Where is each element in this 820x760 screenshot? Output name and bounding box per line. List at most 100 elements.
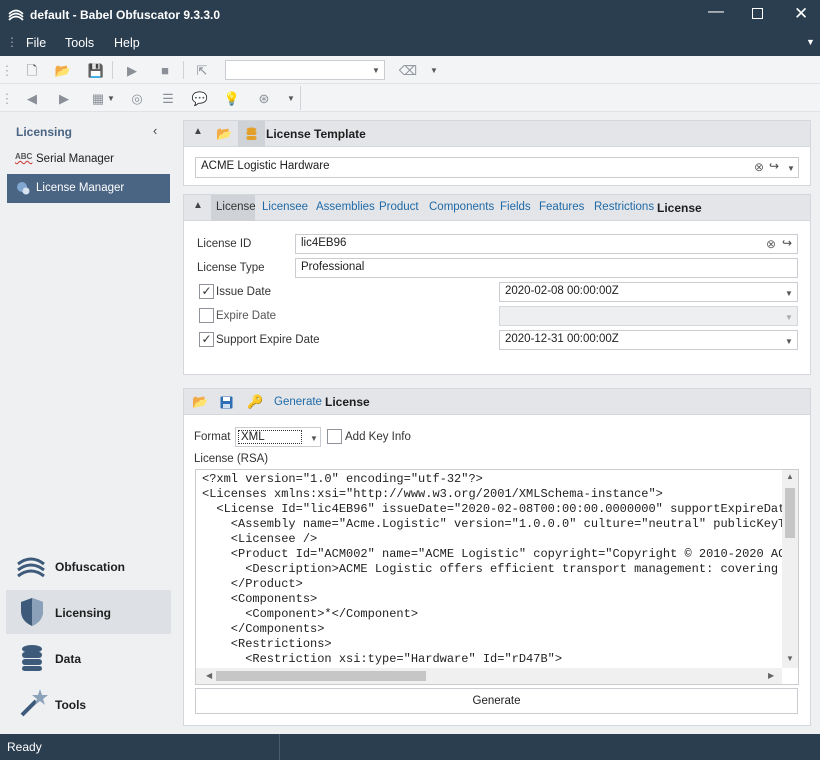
target-icon[interactable]: ◎ — [127, 88, 147, 108]
collapse-up-icon[interactable]: ▲ — [193, 126, 203, 137]
expire-date-picker[interactable] — [499, 306, 798, 326]
template-db-button[interactable] — [238, 121, 265, 147]
support-expire-checkbox[interactable]: ✓ — [199, 332, 214, 347]
issue-date-checkbox[interactable]: ✓ — [199, 284, 214, 299]
chevron-down-icon[interactable]: ▼ — [785, 337, 793, 346]
horizontal-scrollbar[interactable]: ◀ ▶ — [196, 668, 782, 684]
generate-link[interactable]: Generate — [274, 396, 322, 408]
project-combo[interactable] — [225, 60, 385, 80]
stop-icon[interactable]: ■ — [155, 60, 175, 80]
run-icon[interactable]: ▶ — [122, 60, 142, 80]
tab-product[interactable]: Product — [379, 201, 419, 213]
lightbulb-icon[interactable]: 💡 — [222, 88, 242, 108]
tab-features[interactable]: Features — [539, 201, 584, 213]
nav-label: Licensing — [55, 606, 112, 620]
license-rsa-label: License (RSA) — [194, 453, 269, 465]
sidebar-item-license-manager[interactable]: License Manager — [7, 174, 170, 203]
sidebar-section-title: Licensing — [16, 125, 73, 139]
issue-date-picker[interactable]: 2020-02-08 00:00:00Z — [499, 282, 798, 302]
chevron-down-icon[interactable]: ▼ — [310, 434, 318, 443]
template-value: ACME Logistic Hardware — [201, 160, 330, 172]
menu-overflow-icon[interactable]: ▼ — [806, 37, 815, 47]
help-ring-icon[interactable]: ⊛ — [254, 88, 274, 108]
menu-bar: ⋮ File Tools Help ▼ — [0, 30, 820, 56]
chevron-down-icon[interactable]: ▼ — [430, 66, 438, 75]
close-button[interactable]: ✕ — [794, 4, 808, 24]
xml-line: <Component>*</Component> — [202, 607, 419, 621]
tab-license[interactable]: License — [216, 201, 256, 213]
tab-licensee[interactable]: Licensee — [262, 201, 308, 213]
key-icon[interactable]: 🔑 — [247, 394, 263, 410]
minimize-button[interactable]: — — [708, 3, 724, 21]
format-value: XML — [238, 430, 302, 444]
forward-icon[interactable]: ▶ — [54, 88, 74, 108]
sidebar-item-label: License Manager — [36, 182, 125, 194]
save-icon[interactable] — [220, 396, 233, 409]
sidebar-item-serial-manager[interactable]: ABC Serial Manager — [6, 147, 171, 171]
open-folder-icon[interactable]: 📂 — [53, 60, 73, 80]
generate-button[interactable]: Generate — [195, 688, 798, 714]
export-icon[interactable]: ⇱ — [192, 60, 212, 80]
comment-icon[interactable]: 💬 — [190, 88, 210, 108]
scroll-thumb[interactable] — [216, 671, 426, 681]
save-icon[interactable]: 💾 — [86, 60, 106, 80]
maximize-button[interactable] — [752, 8, 763, 19]
chevron-down-icon[interactable]: ▼ — [107, 94, 115, 103]
format-select[interactable]: XML — [235, 427, 321, 447]
tab-fields[interactable]: Fields — [500, 201, 531, 213]
scroll-up-icon[interactable]: ▲ — [786, 472, 794, 481]
xml-line: <?xml version="1.0" encoding="utf-32"?> — [202, 472, 483, 486]
scroll-down-icon[interactable]: ▼ — [786, 654, 794, 663]
open-folder-icon[interactable]: 📂 — [192, 394, 208, 410]
menu-help[interactable]: Help — [114, 36, 140, 50]
chevron-down-icon[interactable]: ▼ — [287, 94, 295, 103]
collapse-up-icon[interactable]: ▲ — [193, 200, 203, 211]
license-type-value: Professional — [301, 261, 365, 273]
collapse-icon[interactable]: ‹ — [153, 123, 157, 138]
license-id-label: License ID — [197, 238, 252, 250]
add-key-info-checkbox[interactable] — [327, 429, 342, 444]
license-xml-editor[interactable]: <?xml version="1.0" encoding="utf-32"?> <… — [195, 469, 799, 685]
chevron-down-icon[interactable]: ▼ — [785, 313, 793, 322]
panel-title: License — [325, 395, 370, 409]
license-id-input[interactable]: lic4EB96 — [295, 234, 798, 254]
chevron-down-icon[interactable]: ▼ — [372, 66, 380, 75]
clear-icon[interactable]: ⊗ — [754, 160, 764, 174]
babel-logo-icon — [8, 9, 24, 21]
vertical-scrollbar[interactable]: ▲ ▼ — [782, 470, 798, 668]
nav-tools[interactable]: Tools — [6, 682, 171, 726]
grip-icon: ⋮ — [6, 35, 18, 49]
expire-date-checkbox[interactable] — [199, 308, 214, 323]
license-type-input[interactable]: Professional — [295, 258, 798, 278]
nav-data[interactable]: Data — [6, 636, 171, 680]
nav-obfuscation[interactable]: Obfuscation — [6, 544, 171, 588]
back-icon[interactable]: ◀ — [22, 88, 42, 108]
nav-licensing[interactable]: Licensing — [6, 590, 171, 634]
clear-icon[interactable]: ⌫ — [398, 60, 418, 80]
support-expire-picker[interactable]: 2020-12-31 00:00:00Z — [499, 330, 798, 350]
tab-restrictions[interactable]: Restrictions — [594, 201, 654, 213]
sidebar: Licensing ‹ ABC Serial Manager License M… — [0, 112, 177, 734]
license-manager-icon — [17, 182, 30, 195]
redo-icon[interactable]: ↪ — [769, 159, 779, 173]
panel-header: ▲ License Licensee Assemblies Product Co… — [184, 195, 810, 221]
redo-icon[interactable]: ↪ — [782, 236, 792, 250]
open-folder-icon[interactable]: 📂 — [216, 126, 232, 142]
clear-icon[interactable]: ⊗ — [766, 237, 776, 251]
database-icon — [246, 127, 257, 140]
grid-icon[interactable]: ▦ — [88, 88, 108, 108]
obfuscation-icon — [17, 557, 45, 578]
menu-file[interactable]: File — [26, 36, 46, 50]
chevron-down-icon[interactable]: ▼ — [785, 289, 793, 298]
scroll-right-icon[interactable]: ▶ — [768, 671, 774, 680]
menu-tools[interactable]: Tools — [65, 36, 94, 50]
chevron-down-icon[interactable]: ▼ — [787, 164, 795, 173]
new-file-icon[interactable]: 🗋 — [22, 60, 42, 80]
template-selector[interactable]: ACME Logistic Hardware — [195, 157, 799, 178]
scroll-thumb[interactable] — [785, 488, 795, 538]
scroll-left-icon[interactable]: ◀ — [206, 671, 212, 680]
tab-components[interactable]: Components — [429, 201, 494, 213]
align-icon[interactable]: ☰ — [158, 88, 178, 108]
panel-header: ▲ 📂 License Template — [184, 121, 810, 147]
tab-assemblies[interactable]: Assemblies — [316, 201, 375, 213]
